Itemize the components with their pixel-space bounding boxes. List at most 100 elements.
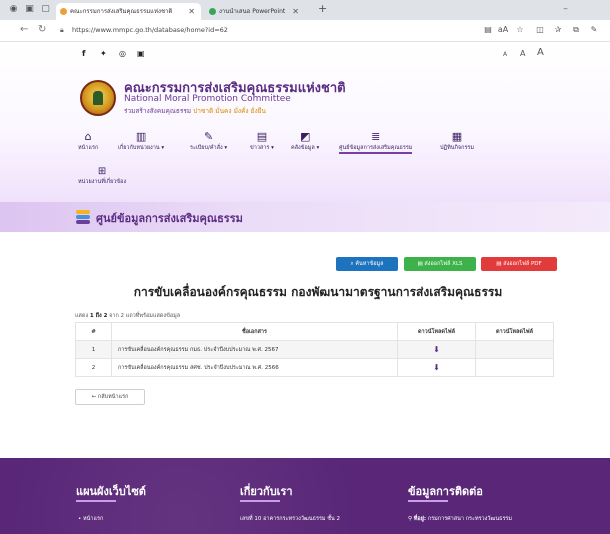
empty-cell	[475, 358, 554, 377]
org-slogan: ร่วมสร้างสังคมคุณธรรม ปาซาติ มั่นคง มั่ง…	[124, 106, 266, 116]
table-info: แสดง 1 ถึง 2 จาก 2 แถวที่พร้อมแสดงข้อมูล	[75, 312, 180, 320]
collections-icon[interactable]: ⧉	[570, 25, 582, 35]
font-size-medium[interactable]: A	[520, 49, 525, 58]
font-size-large[interactable]: A	[537, 47, 544, 58]
footer-about-title: เกี่ยวกับเรา	[240, 485, 293, 498]
calendar-icon: ▦	[451, 130, 463, 143]
row-number: 2	[75, 358, 112, 377]
menu-calendar[interactable]: ▦ ปฏิทินกิจกรรม	[440, 130, 474, 152]
url-field[interactable]: 🔒︎ https://www.mmpc.go.th/database/home?…	[58, 23, 478, 38]
back-arrow-icon[interactable]: ←	[20, 24, 28, 35]
tab-actions-icon[interactable]: ▣	[24, 4, 35, 15]
minimize-icon[interactable]: –	[560, 4, 571, 15]
menu-label: คลังข้อมูล ▾	[291, 145, 320, 151]
footer-contact-title: ข้อมูลการติดต่อ	[408, 485, 483, 498]
menu-label: ศูนย์ข้อมูลการส่งเสริมคุณธรรม	[339, 145, 413, 154]
showing-suffix: จาก 2 แถวที่พร้อมแสดงข้อมูล	[107, 313, 181, 319]
instagram-icon[interactable]: ◎	[119, 49, 126, 58]
images-icon: ◩	[299, 130, 311, 143]
url-text: https://www.mmpc.go.th/database/home?id=…	[72, 26, 228, 34]
export-pdf-button[interactable]: ▤ ส่งออกไฟล์ PDF	[481, 257, 557, 271]
section-title: ศูนย์ข้อมูลการส่งเสริมคุณธรรม	[96, 212, 243, 225]
browser-tab-powerpoint[interactable]: งานนำเสนอ PowerPoint ✕	[205, 3, 305, 20]
home-icon: ⌂	[84, 130, 92, 143]
menu-home[interactable]: ⌂ หน้าแรก	[78, 130, 98, 152]
building-icon: ▥	[135, 130, 147, 143]
menu-news[interactable]: ▤ ข่าวสาร ▾	[250, 130, 274, 152]
document-title: การขับเคลื่อนองค์กรคุณธรรม กองพัฒนามาตรฐ…	[133, 285, 503, 299]
footer-address-text: กรมการศาสนา กระทรวงวัฒนธรรม	[426, 516, 513, 522]
browser-address-bar: ← ↻ 🔒︎ https://www.mmpc.go.th/database/h…	[0, 20, 610, 42]
extensions-icon[interactable]: ✎	[588, 25, 600, 34]
powerpoint-favicon-icon	[209, 8, 216, 15]
back-home-button[interactable]: ← กลับหน้าแรก	[75, 389, 145, 405]
showing-prefix: แสดง	[75, 313, 90, 319]
menu-label: ข่าวสาร ▾	[250, 145, 274, 151]
documents-table: # ชื่อเอกสาร ดาวน์โหลดไฟล์ ดาวน์โหลดไฟล์…	[75, 322, 554, 377]
site-logo[interactable]	[80, 80, 116, 116]
showing-range: 1 ถึง 2	[89, 313, 108, 319]
column-header-name: ชื่อเอกสาร	[111, 322, 398, 341]
close-tab-icon[interactable]: ✕	[292, 3, 299, 20]
row-number: 1	[75, 340, 112, 359]
slogan-highlight: ปาซาติ มั่นคง มั่งคั่ง ยั่งยืน	[193, 107, 266, 115]
footer-sitemap-link[interactable]: • หน้าแรก	[78, 515, 103, 523]
footer-divider	[408, 500, 448, 502]
tab-label: คณะกรรมการส่งเสริมคุณธรรมแห่งชาติ	[70, 8, 173, 15]
export-xls-button[interactable]: ▤ ส่งออกไฟล์ XLS	[404, 257, 476, 271]
menu-about[interactable]: ▥ เกี่ยวกับหน่วยงาน ▾	[118, 130, 164, 152]
edit-icon: ✎	[203, 130, 214, 143]
new-tab-icon[interactable]: +	[318, 2, 327, 15]
site-favicon-icon	[60, 8, 67, 15]
facebook-icon[interactable]: f	[82, 49, 85, 58]
sitemap-icon: ⊞	[97, 166, 107, 177]
lock-icon: 🔒︎	[60, 26, 64, 34]
tab-label: งานนำเสนอ PowerPoint	[219, 8, 286, 15]
menu-data-center[interactable]: ≣ ศูนย์ข้อมูลการส่งเสริมคุณธรรม	[339, 130, 413, 154]
button-label: กลับหน้าแรก	[97, 394, 129, 400]
split-screen-icon[interactable]: ◫	[534, 25, 546, 34]
footer-divider	[240, 500, 280, 502]
menu-archive[interactable]: ◩ คลังข้อมูล ▾	[291, 130, 319, 152]
menu-label: ปฏิทินกิจกรรม	[440, 145, 474, 151]
section-title-bar: ศูนย์ข้อมูลการส่งเสริมคุณธรรม	[0, 202, 610, 232]
column-header-number: #	[75, 322, 112, 341]
footer-contact-text: ⚲ ที่อยู่: กรมการศาสนา กระทรวงวัฒนธรรม	[408, 515, 512, 523]
button-label: ส่งออกไฟล์ XLS	[424, 261, 463, 267]
download-icon[interactable]: ⬇	[433, 345, 440, 354]
footer-address-label: ที่อยู่:	[413, 516, 427, 522]
row-document-name: การขับเคลื่อนองค์กรคุณธรรม กมธ. ประจำปีง…	[111, 340, 398, 359]
download-icon[interactable]: ⬇	[433, 363, 440, 372]
slogan-text: ร่วมสร้างสังคมคุณธรรม	[124, 107, 194, 115]
close-tab-icon[interactable]: ✕	[188, 3, 195, 20]
menu-label: ระเบียบ/คำสั่ง ▾	[190, 145, 228, 151]
menu-related-agencies[interactable]: ⊞ หน่วยงานที่เกี่ยวข้อง	[78, 165, 126, 186]
twitter-icon[interactable]: ✦	[100, 49, 107, 58]
line-icon[interactable]: ▣	[137, 49, 145, 58]
news-icon: ▤	[256, 130, 268, 143]
column-header-download-2: ดาวน์โหลดไฟล์	[475, 322, 554, 341]
browser-tab-bar: ◉ ▣ ▢ คณะกรรมการส่งเสริมคุณธรรมแห่งชาติ …	[0, 0, 610, 20]
database-icon: ≣	[371, 130, 381, 143]
menu-label: หน้าแรก	[78, 145, 99, 151]
footer-divider	[76, 500, 116, 502]
read-aloud-icon[interactable]: aA	[497, 25, 509, 34]
footer-about-text: เลขที่ 10 อาคารกระทรวงวัฒนธรรม ชั้น 2	[240, 516, 341, 522]
favorites-icon[interactable]: ✰	[552, 25, 564, 34]
tab-list-icon[interactable]: ▢	[40, 4, 51, 15]
table-header-row: # ชื่อเอกสาร ดาวน์โหลดไฟล์ ดาวน์โหลดไฟล์	[75, 322, 554, 341]
font-size-small[interactable]: A	[503, 51, 507, 58]
footer-sitemap-title: แผนผังเว็บไซต์	[76, 485, 146, 498]
menu-regulations[interactable]: ✎ ระเบียบ/คำสั่ง ▾	[190, 130, 227, 152]
menu-label: หน่วยงานที่เกี่ยวข้อง	[78, 179, 127, 185]
download-cell: ⬇	[397, 358, 476, 377]
browser-tab-active[interactable]: คณะกรรมการส่งเสริมคุณธรรมแห่งชาติ ✕	[56, 3, 201, 20]
table-row: 2 การขับเคลื่อนองค์กรคุณธรรม สศช. ประจำป…	[75, 358, 554, 377]
search-data-button[interactable]: ⌕ ค้นหาข้อมูล	[336, 257, 398, 271]
browser-profile-icon[interactable]: ◉	[8, 4, 19, 15]
refresh-icon[interactable]: ↻	[38, 24, 46, 35]
favorite-star-icon[interactable]: ☆	[514, 25, 526, 34]
reader-mode-icon[interactable]: ▤	[482, 25, 494, 34]
menu-label: เกี่ยวกับหน่วยงาน ▾	[118, 145, 165, 151]
database-stack-icon	[76, 210, 90, 224]
